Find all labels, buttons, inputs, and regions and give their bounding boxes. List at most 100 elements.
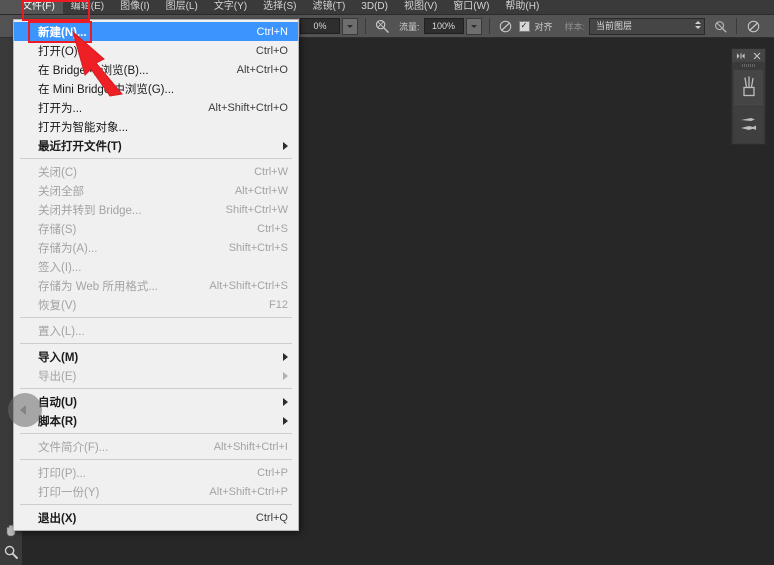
menubar-item-4[interactable]: 文字(Y) [206,0,255,14]
tablet-pressure-icon[interactable] [744,17,762,35]
file-dropdown-menu: 新建(N)...Ctrl+N打开(O)...Ctrl+O在 Bridge 中浏览… [13,19,299,531]
menubar-item-8[interactable]: 视图(V) [396,0,445,14]
menu-separator [20,343,292,344]
menu-item-label: 在 Mini Bridge 中浏览(G)... [38,81,288,97]
menu-separator [20,158,292,159]
flow-value[interactable]: 100% [424,18,464,34]
menu-separator [20,433,292,434]
sample-label: 样本: [565,20,586,33]
menu-item-16[interactable]: 导入(M) [14,347,298,366]
airbrush-icon[interactable] [373,17,391,35]
menu-item-shortcut: Alt+Shift+Ctrl+P [209,486,288,498]
menu-item-13: 存储为 Web 所用格式... Alt+Shift+Ctrl+S [14,276,298,295]
divider [365,18,366,34]
divider [736,18,737,34]
submenu-arrow-icon [283,142,288,150]
menubar-item-7[interactable]: 3D(D) [353,0,396,14]
menu-item-shortcut: F12 [269,299,288,311]
menu-item-label: 导入(M) [38,349,273,365]
expand-panels-icon[interactable] [736,47,745,65]
menu-item-label: 打开为智能对象... [38,119,288,135]
menubar-item-0[interactable]: 文件(F) [0,0,63,14]
menu-item-9: 关闭并转到 Bridge...Shift+Ctrl+W [14,200,298,219]
menu-item-label: 存储为 Web 所用格式... [38,278,195,294]
dock-header [732,49,765,62]
menu-item-label: 脚本(R) [38,413,273,429]
menu-bar: 文件(F)编辑(E)图像(I)图层(L)文字(Y)选择(S)滤镜(T)3D(D)… [0,0,774,15]
sample-stepper-icon [695,21,701,29]
menu-item-11: 存储为(A)...Shift+Ctrl+S [14,238,298,257]
menu-item-shortcut: Alt+Ctrl+O [237,64,288,76]
collapsed-panel-dock [731,48,766,145]
align-checkbox[interactable]: ✓ 对齐 [519,20,557,33]
menu-item-shortcut: Ctrl+Q [256,512,288,524]
submenu-arrow-icon [283,353,288,361]
close-icon[interactable] [753,47,761,65]
divider [489,18,490,34]
menu-item-23[interactable]: 退出(X) Ctrl+Q [14,508,298,527]
menubar-item-1[interactable]: 编辑(E) [63,0,112,14]
menu-item-label: 退出(X) [38,510,242,526]
menu-item-19[interactable]: 脚本(R) [14,411,298,430]
menu-item-6[interactable]: 最近打开文件(T) [14,136,298,155]
menu-separator [20,504,292,505]
flow-label: 流量: [399,20,420,33]
menu-item-18[interactable]: 自动(U) [14,392,298,411]
menu-item-shortcut: Alt+Shift+Ctrl+S [209,280,288,292]
submenu-arrow-icon [283,417,288,425]
menu-separator [20,459,292,460]
menu-item-15: 置入(L)... [14,321,298,340]
sample-select[interactable]: 当前图层 [589,18,705,35]
photoshop-window: 文件(F)编辑(E)图像(I)图层(L)文字(Y)选择(S)滤镜(T)3D(D)… [0,0,774,565]
submenu-arrow-icon [283,398,288,406]
brush-icon[interactable] [734,107,763,143]
brush-presets-icon[interactable] [734,70,763,106]
menu-item-label: 恢复(V) [38,297,255,313]
menu-item-0[interactable]: 新建(N)... Ctrl+N [14,22,298,41]
menu-separator [20,388,292,389]
opacity-value[interactable]: 0% [300,18,340,34]
menubar-item-3[interactable]: 图层(L) [158,0,206,14]
menu-item-label: 置入(L)... [38,323,288,339]
menu-item-shortcut: Alt+Shift+Ctrl+I [214,441,288,453]
menu-item-shortcut: Ctrl+S [257,223,288,235]
menu-item-label: 自动(U) [38,394,273,410]
menu-item-label: 打印(P)... [38,465,243,481]
menu-item-7: 关闭(C) Ctrl+W [14,162,298,181]
ignore-adjustment-layers-icon[interactable] [711,17,729,35]
sample-value: 当前图层 [596,21,632,31]
menubar-item-5[interactable]: 选择(S) [255,0,304,14]
menu-item-label: 新建(N)... [38,24,243,40]
menu-item-shortcut: Shift+Ctrl+S [229,242,288,254]
menu-item-label: 打印一份(Y) [38,484,195,500]
menu-item-20: 文件简介(F)...Alt+Shift+Ctrl+I [14,437,298,456]
menu-item-14: 恢复(V) F12 [14,295,298,314]
menu-item-5[interactable]: 打开为智能对象... [14,117,298,136]
flow-dropdown-icon[interactable] [466,18,482,35]
menu-item-label: 签入(I)... [38,259,288,275]
menubar-item-6[interactable]: 滤镜(T) [305,0,354,14]
menu-item-shortcut: Ctrl+N [257,26,288,38]
collapse-handle[interactable] [8,393,42,427]
menu-item-shortcut: Ctrl+P [257,467,288,479]
pressure-icon[interactable] [497,17,515,35]
menu-item-2[interactable]: 在 Bridge 中浏览(B)... Alt+Ctrl+O [14,60,298,79]
menu-item-3[interactable]: 在 Mini Bridge 中浏览(G)... [14,79,298,98]
menu-item-label: 关闭全部 [38,183,221,199]
menubar-item-2[interactable]: 图像(I) [112,0,157,14]
menu-item-label: 关闭(C) [38,164,240,180]
menu-item-label: 导出(E) [38,368,273,384]
menu-item-label: 存储(S) [38,221,243,237]
zoom-tool[interactable] [0,541,22,563]
menu-item-1[interactable]: 打开(O)...Ctrl+O [14,41,298,60]
menu-item-label: 在 Bridge 中浏览(B)... [38,62,223,78]
menubar-item-10[interactable]: 帮助(H) [497,0,547,14]
menu-item-4[interactable]: 打开为...Alt+Shift+Ctrl+O [14,98,298,117]
menu-item-17: 导出(E) [14,366,298,385]
menubar-item-9[interactable]: 窗口(W) [445,0,497,14]
menu-item-shortcut: Ctrl+W [254,166,288,178]
menu-item-22: 打印一份(Y) Alt+Shift+Ctrl+P [14,482,298,501]
opacity-dropdown-icon[interactable] [342,18,358,35]
menu-item-label: 打开(O)... [38,43,242,59]
menu-item-shortcut: Alt+Shift+Ctrl+O [208,102,288,114]
